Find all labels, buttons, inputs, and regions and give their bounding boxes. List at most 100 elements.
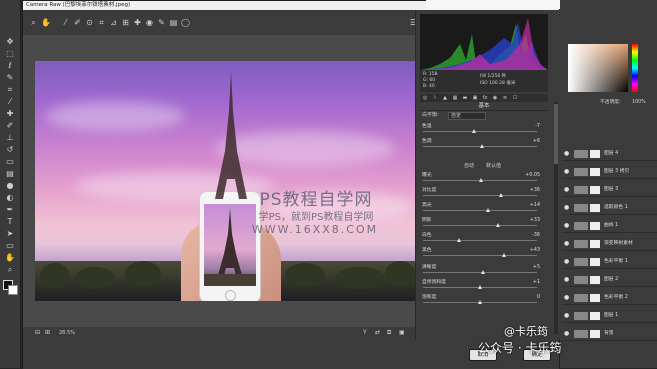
split-toning-tab-icon[interactable]: ▬ xyxy=(462,95,468,101)
layer-row[interactable]: ● 色彩平衡 1 xyxy=(562,256,657,269)
adjustment-brush-icon[interactable]: ✎ xyxy=(157,18,166,27)
stamp-tool-icon[interactable]: ⊥ xyxy=(4,134,16,142)
slider-track[interactable] xyxy=(423,210,537,211)
zoom-plus-icon[interactable]: ⊞ xyxy=(45,329,50,336)
dodge-tool-icon[interactable]: ◐ xyxy=(4,194,16,202)
layer-row[interactable]: ● 图层 3 拷贝 xyxy=(562,166,657,179)
tone-curve-tab-icon[interactable]: ⌇ xyxy=(432,95,438,101)
quick-select-tool-icon[interactable]: ✎ xyxy=(4,74,16,82)
slider-knob[interactable] xyxy=(501,253,506,257)
eyedropper-tool-icon[interactable]: ⁄ xyxy=(4,98,16,106)
shape-tool-icon[interactable]: ▭ xyxy=(4,242,16,250)
pen-tool-icon[interactable]: ✒ xyxy=(4,206,16,214)
eye-icon[interactable]: ● xyxy=(564,202,569,214)
slider-knob[interactable] xyxy=(481,270,486,274)
slider-knob[interactable] xyxy=(480,144,485,148)
slider-track[interactable] xyxy=(423,240,537,241)
before-after-y-icon[interactable]: Y xyxy=(363,329,367,336)
gradient-tool-icon[interactable]: ▤ xyxy=(4,170,16,178)
hand-tool-icon[interactable]: ✋ xyxy=(41,18,51,27)
target-adjust-tool-icon[interactable]: ⊙ xyxy=(85,18,94,27)
layer-row[interactable]: ● 图层 1 xyxy=(562,310,657,323)
type-tool-icon[interactable]: T xyxy=(4,218,16,226)
copy-settings-icon[interactable]: ⧉ xyxy=(387,329,391,337)
zoom-tool-icon[interactable]: ⌕ xyxy=(4,266,16,274)
radial-filter-icon[interactable]: ◯ xyxy=(181,18,190,27)
slider-value[interactable]: +43 xyxy=(530,247,540,254)
eye-icon[interactable]: ● xyxy=(564,220,569,232)
slider-value[interactable]: +5 xyxy=(533,264,540,271)
layer-row[interactable]: ● 渐变映射素材 xyxy=(562,238,657,251)
color-sampler-tool-icon[interactable]: ✐ xyxy=(73,18,82,27)
slider-value[interactable]: +36 xyxy=(530,187,540,194)
brush-tool-icon[interactable]: ✐ xyxy=(4,122,16,130)
eye-icon[interactable]: ● xyxy=(564,292,569,304)
eye-icon[interactable]: ● xyxy=(564,166,569,178)
basic-tab-icon[interactable]: ◎ xyxy=(422,95,428,101)
zoom-minus-icon[interactable]: ⊟ xyxy=(35,329,40,336)
layer-row[interactable]: ● 背景 xyxy=(562,328,657,341)
slider-value[interactable]: -36 xyxy=(532,232,540,239)
lens-tab-icon[interactable]: ▣ xyxy=(472,95,478,101)
history-brush-icon[interactable]: ↺ xyxy=(4,146,16,154)
layer-row[interactable]: ● 图层 4 xyxy=(562,148,657,161)
camera-calibration-tab-icon[interactable]: ◉ xyxy=(492,95,498,101)
slider-knob[interactable] xyxy=(479,178,484,182)
hand-tool-icon[interactable]: ✋ xyxy=(4,254,16,262)
spot-removal-tool-icon[interactable]: ✚ xyxy=(133,18,142,27)
crop-tool-icon[interactable]: ⌗ xyxy=(4,86,16,94)
slider-value[interactable]: 0 xyxy=(537,294,540,301)
marquee-tool-icon[interactable]: ⬚ xyxy=(4,50,16,58)
layer-row[interactable]: ● 图层 2 xyxy=(562,274,657,287)
toggle-view-icon[interactable]: ▣ xyxy=(399,329,405,336)
panel-scrollbar[interactable] xyxy=(554,102,558,334)
opacity-value[interactable]: 100% xyxy=(632,98,646,107)
hue-slider[interactable] xyxy=(632,44,638,92)
swap-icon[interactable]: ⇄ xyxy=(375,329,380,336)
slider-value[interactable]: +1 xyxy=(533,279,540,286)
slider-knob[interactable] xyxy=(478,285,482,289)
presets-tab-icon[interactable]: ≡ xyxy=(502,95,508,101)
slider-value[interactable]: +33 xyxy=(530,217,540,224)
path-select-icon[interactable]: ➤ xyxy=(4,230,16,238)
slider-track[interactable] xyxy=(423,272,537,273)
white-balance-tool-icon[interactable]: ⁄ xyxy=(61,18,70,27)
auto-link[interactable]: 自动 xyxy=(464,162,474,170)
slider-value[interactable]: +14 xyxy=(530,202,540,209)
eye-icon[interactable]: ● xyxy=(564,328,569,340)
snapshots-tab-icon[interactable]: ☐ xyxy=(512,95,518,101)
slider-knob[interactable] xyxy=(472,129,477,133)
zoom-tool-icon[interactable]: ⌕ xyxy=(29,18,38,27)
white-balance-select[interactable]: 自定 xyxy=(448,112,486,120)
color-picker[interactable] xyxy=(568,44,628,92)
slider-value[interactable]: +0.05 xyxy=(525,172,540,179)
slider-track[interactable] xyxy=(423,255,537,256)
eye-icon[interactable]: ● xyxy=(564,310,569,322)
slider-knob[interactable] xyxy=(485,208,490,212)
slider-knob[interactable] xyxy=(496,223,501,227)
eye-icon[interactable]: ● xyxy=(564,238,569,250)
zoom-level[interactable]: 28.5% xyxy=(59,330,75,336)
lasso-tool-icon[interactable]: ℓ xyxy=(4,62,16,70)
background-color-swatch[interactable] xyxy=(8,285,18,295)
eraser-tool-icon[interactable]: ▭ xyxy=(4,158,16,166)
slider-value[interactable]: +6 xyxy=(533,138,540,145)
slider-value[interactable]: -7 xyxy=(535,123,540,130)
move-tool-icon[interactable]: ✥ xyxy=(4,38,16,46)
slider-track[interactable] xyxy=(423,195,537,196)
effects-tab-icon[interactable]: fx xyxy=(482,95,488,101)
blur-tool-icon[interactable]: ● xyxy=(4,182,16,190)
slider-knob[interactable] xyxy=(457,238,462,242)
graduated-filter-icon[interactable]: ▤ xyxy=(169,18,178,27)
eye-icon[interactable]: ● xyxy=(564,148,569,160)
layer-row[interactable]: ● 选取颜色 1 xyxy=(562,202,657,215)
eye-icon[interactable]: ● xyxy=(564,256,569,268)
hsl-tab-icon[interactable]: ▦ xyxy=(452,95,458,101)
preview-image[interactable]: PS教程自学网 学PS，就到PS教程自学网 WWW.16XX8.COM xyxy=(35,61,417,301)
layer-row[interactable]: ● 图层 3 xyxy=(562,184,657,197)
slider-knob[interactable] xyxy=(498,193,503,197)
eye-icon[interactable]: ● xyxy=(564,274,569,286)
transform-tool-icon[interactable]: ⊞ xyxy=(121,18,130,27)
slider-track[interactable] xyxy=(423,131,537,132)
slider-track[interactable] xyxy=(423,225,537,226)
